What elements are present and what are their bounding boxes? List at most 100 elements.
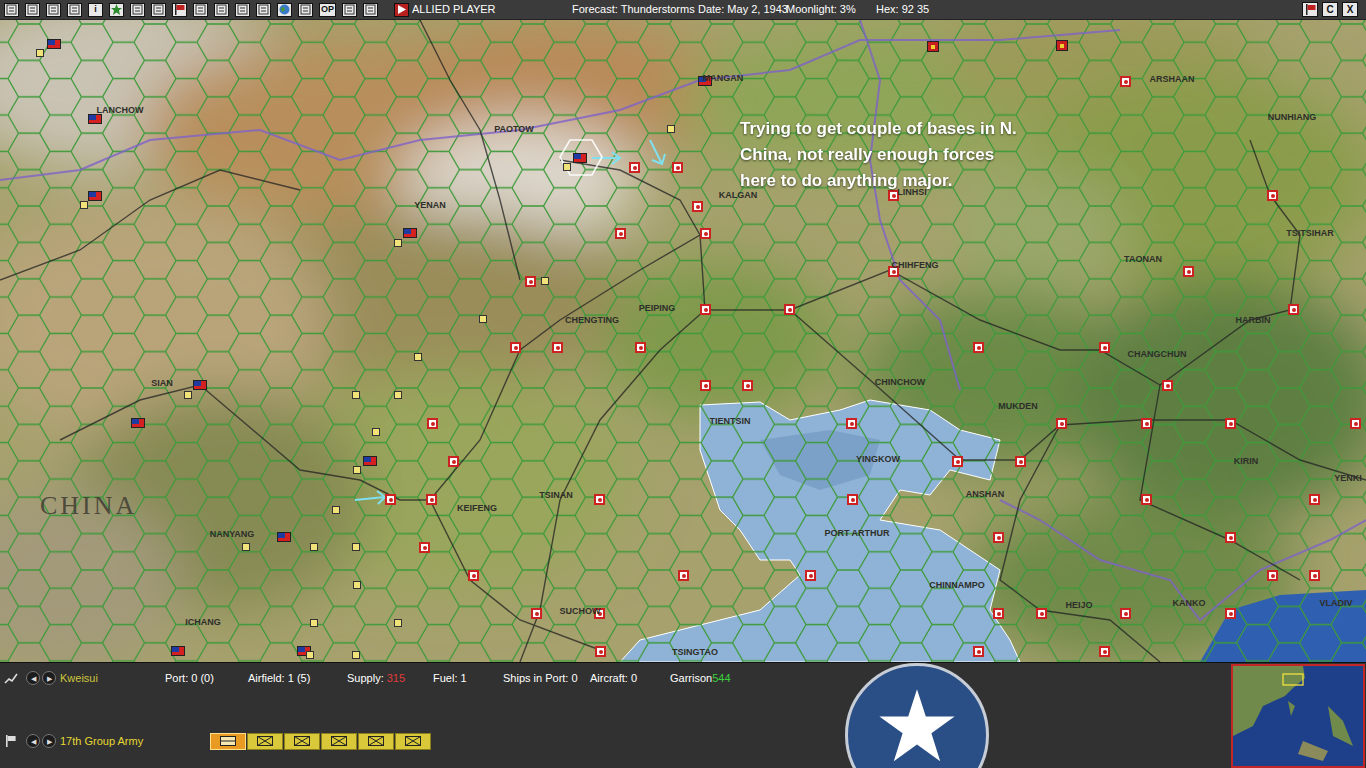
japanese-base-icon[interactable] <box>595 646 606 657</box>
japanese-base-icon[interactable] <box>629 162 640 173</box>
base-square-icon[interactable] <box>394 391 402 399</box>
japanese-base-icon[interactable] <box>1288 304 1299 315</box>
japanese-base-icon[interactable] <box>1225 532 1236 543</box>
base-square-icon[interactable] <box>352 543 360 551</box>
city-label[interactable]: KIRIN <box>1233 456 1260 467</box>
japanese-base-icon[interactable] <box>385 494 396 505</box>
japanese-base-icon[interactable] <box>1225 608 1236 619</box>
japanese-base-icon[interactable] <box>993 608 1004 619</box>
japanese-base-icon[interactable] <box>1141 418 1152 429</box>
toolbar-button[interactable] <box>130 3 145 17</box>
city-label[interactable]: CHIHFENG <box>891 260 940 271</box>
japanese-base-icon[interactable] <box>678 570 689 581</box>
japanese-base-icon[interactable] <box>1309 494 1320 505</box>
city-label[interactable]: KEIFENG <box>456 503 498 514</box>
chinese-flag-icon[interactable] <box>47 39 61 49</box>
city-label[interactable]: CHINCHOW <box>874 377 927 388</box>
city-label[interactable]: NUNHIANG <box>1267 112 1318 123</box>
base-square-icon[interactable] <box>352 651 360 659</box>
japanese-base-icon[interactable] <box>1015 456 1026 467</box>
city-label[interactable]: CHINNAMPO <box>928 580 986 591</box>
window-button[interactable]: C <box>1322 2 1338 17</box>
base-square-icon[interactable] <box>310 619 318 627</box>
base-square-icon[interactable] <box>184 391 192 399</box>
base-square-icon[interactable] <box>80 201 88 209</box>
next-button[interactable]: ▶ <box>42 734 56 748</box>
japanese-base-icon[interactable] <box>427 418 438 429</box>
toolbar-button[interactable] <box>342 3 357 17</box>
base-square-icon[interactable] <box>394 239 402 247</box>
toolbar-button[interactable] <box>109 3 124 17</box>
base-square-icon[interactable] <box>352 391 360 399</box>
city-label[interactable]: TIENTSIN <box>708 416 751 427</box>
base-square-icon[interactable] <box>306 651 314 659</box>
japanese-base-icon[interactable] <box>672 162 683 173</box>
previous-button[interactable]: ◀ <box>26 671 40 685</box>
japanese-base-icon[interactable] <box>692 201 703 212</box>
map[interactable]: LANCHOWPAOTOWMANGANARSHAANNUNHIANGYENANK… <box>0 20 1366 662</box>
japanese-base-icon[interactable] <box>1056 418 1067 429</box>
japanese-base-icon[interactable] <box>552 342 563 353</box>
soviet-flag-icon[interactable] <box>1056 40 1068 51</box>
unit-counter[interactable] <box>284 733 320 750</box>
base-square-icon[interactable] <box>667 125 675 133</box>
soviet-flag-icon[interactable] <box>927 41 939 52</box>
city-label[interactable]: YENAN <box>413 200 447 211</box>
toolbar-button[interactable]: i <box>88 3 103 17</box>
city-label[interactable]: TSINAN <box>538 490 574 501</box>
japanese-base-icon[interactable] <box>615 228 626 239</box>
japanese-base-icon[interactable] <box>1120 76 1131 87</box>
base-name[interactable]: Kweisui <box>60 670 165 687</box>
japanese-base-icon[interactable] <box>419 542 430 553</box>
city-label[interactable]: TAONAN <box>1123 254 1163 265</box>
base-square-icon[interactable] <box>36 49 44 57</box>
japanese-base-icon[interactable] <box>1036 608 1047 619</box>
city-label[interactable]: ICHANG <box>184 617 222 628</box>
base-square-icon[interactable] <box>394 619 402 627</box>
unit-counter[interactable] <box>247 733 283 750</box>
previous-button[interactable]: ◀ <box>26 734 40 748</box>
toolbar-button[interactable] <box>277 3 292 17</box>
japanese-base-icon[interactable] <box>952 456 963 467</box>
city-label[interactable]: NANYANG <box>209 529 256 540</box>
japanese-base-icon[interactable] <box>1099 342 1110 353</box>
chinese-flag-icon[interactable] <box>277 532 291 542</box>
japanese-base-icon[interactable] <box>525 276 536 287</box>
unit-counter[interactable] <box>358 733 394 750</box>
city-label[interactable]: ANSHAN <box>965 489 1006 500</box>
japanese-base-icon[interactable] <box>805 570 816 581</box>
toolbar-button[interactable] <box>193 3 208 17</box>
window-button[interactable]: X <box>1342 2 1358 17</box>
city-label[interactable]: PEIPING <box>638 303 677 314</box>
japanese-base-icon[interactable] <box>1225 418 1236 429</box>
chinese-flag-icon[interactable] <box>363 456 377 466</box>
japanese-base-icon[interactable] <box>973 342 984 353</box>
toolbar-button[interactable] <box>256 3 271 17</box>
base-square-icon[interactable] <box>541 277 549 285</box>
chinese-flag-icon[interactable] <box>171 646 185 656</box>
toolbar-button[interactable]: OP <box>319 3 336 17</box>
japanese-base-icon[interactable] <box>1267 190 1278 201</box>
city-label[interactable]: CHENGTING <box>564 315 620 326</box>
chinese-flag-icon[interactable] <box>193 380 207 390</box>
toolbar-button[interactable] <box>172 3 187 17</box>
chinese-flag-icon[interactable] <box>131 418 145 428</box>
base-square-icon[interactable] <box>332 506 340 514</box>
toolbar-button[interactable] <box>151 3 166 17</box>
base-square-icon[interactable] <box>353 581 361 589</box>
toolbar-button[interactable] <box>394 3 409 17</box>
unit-counter[interactable] <box>210 733 246 750</box>
city-label[interactable]: KALGAN <box>718 190 759 201</box>
unit-counter[interactable] <box>395 733 431 750</box>
mini-map[interactable] <box>1231 664 1365 768</box>
city-label[interactable]: KANKO <box>1172 598 1207 609</box>
city-label[interactable]: HARBIN <box>1235 315 1272 326</box>
japanese-base-icon[interactable] <box>742 380 753 391</box>
city-label[interactable]: CHANGCHUN <box>1127 349 1188 360</box>
toolbar-button[interactable] <box>298 3 313 17</box>
city-label[interactable]: YENKI <box>1333 473 1363 484</box>
unit-name[interactable]: 17th Group Army <box>60 733 210 750</box>
toolbar-button[interactable] <box>4 3 19 17</box>
city-label[interactable]: LANCHOW <box>96 105 145 116</box>
city-label[interactable]: MUKDEN <box>997 401 1039 412</box>
